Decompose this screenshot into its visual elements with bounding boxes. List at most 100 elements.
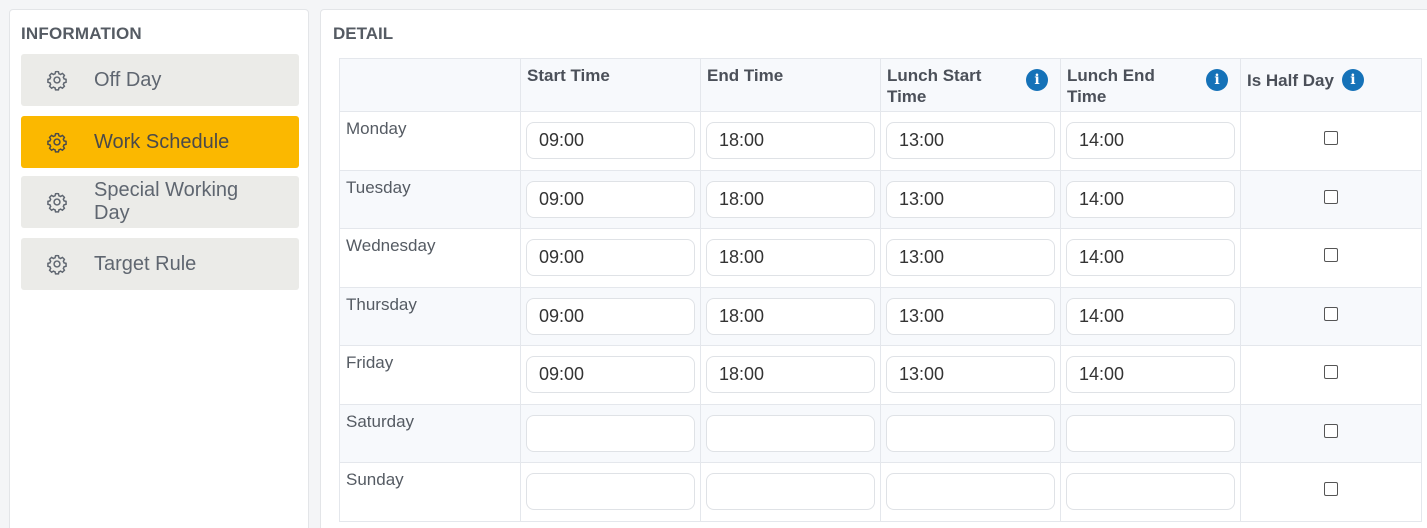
time-cell: 18:00 <box>700 345 881 405</box>
time-cell <box>880 403 1061 463</box>
lunch-end-time-input[interactable]: 14:00 <box>1066 122 1235 160</box>
day-label: Sunday <box>346 470 404 489</box>
time-cell: 14:00 <box>1060 228 1241 288</box>
header-day <box>339 58 521 112</box>
time-cell: 18:00 <box>700 111 881 171</box>
menu-item-work-schedule[interactable]: Work Schedule <box>21 116 299 168</box>
lunch-start-time-input[interactable]: 13:00 <box>886 297 1055 335</box>
day-label: Tuesday <box>346 177 411 197</box>
start-time-input[interactable]: 09:00 <box>526 122 695 160</box>
menu-label: Off Day <box>94 68 162 91</box>
menu-item-target-rule[interactable]: Target Rule <box>21 238 299 290</box>
lunch-end-time-input[interactable]: 14:00 <box>1066 239 1235 277</box>
header-start-time: Start Time <box>520 58 701 112</box>
time-cell: 13:00 <box>880 286 1061 346</box>
lunch-start-time-input[interactable]: 13:00 <box>886 356 1055 394</box>
time-cell: 13:00 <box>880 345 1061 405</box>
time-cell: 13:00 <box>880 169 1061 229</box>
menu-item-off-day[interactable]: Off Day <box>21 54 299 106</box>
end-time-input[interactable] <box>706 473 875 511</box>
gear-icon <box>46 252 70 276</box>
time-cell: 18:00 <box>700 228 881 288</box>
table-row: Tuesday 09:00 18:00 13:00 14:00 <box>339 169 1422 229</box>
day-cell: Wednesday <box>339 228 521 288</box>
start-time-input[interactable]: 09:00 <box>526 356 695 394</box>
menu-item-special-working-day[interactable]: Special Working Day <box>21 176 299 228</box>
time-cell <box>880 462 1061 522</box>
lunch-start-time-input[interactable]: 13:00 <box>886 122 1055 160</box>
time-cell: 14:00 <box>1060 286 1241 346</box>
half-day-cell <box>1240 403 1422 463</box>
half-day-cell <box>1240 286 1422 346</box>
time-cell <box>520 462 701 522</box>
information-panel: INFORMATION Off Day Work Schedule Specia… <box>9 9 309 528</box>
table-row: Sunday <box>339 462 1422 522</box>
half-day-checkbox[interactable] <box>1324 131 1338 146</box>
half-day-checkbox[interactable] <box>1324 189 1338 204</box>
table-row: Saturday <box>339 403 1422 463</box>
menu-label: Target Rule <box>94 252 197 275</box>
half-day-checkbox[interactable] <box>1324 306 1338 321</box>
gear-icon <box>46 190 70 214</box>
info-icon[interactable]: i <box>1026 69 1048 91</box>
header-end-time: End Time <box>700 58 881 112</box>
day-cell: Saturday <box>339 403 521 463</box>
start-time-input[interactable] <box>526 414 695 452</box>
lunch-start-time-input[interactable]: 13:00 <box>886 180 1055 218</box>
lunch-end-time-input[interactable]: 14:00 <box>1066 180 1235 218</box>
table-row: Friday 09:00 18:00 13:00 14:00 <box>339 345 1422 405</box>
table-row: Wednesday 09:00 18:00 13:00 14:00 <box>339 228 1422 288</box>
half-day-checkbox[interactable] <box>1324 482 1338 497</box>
header-label: Lunch Start Time <box>887 66 982 106</box>
start-time-input[interactable] <box>526 473 695 511</box>
half-day-checkbox[interactable] <box>1324 248 1338 263</box>
start-time-input[interactable]: 09:00 <box>526 297 695 335</box>
info-icon[interactable]: i <box>1341 69 1364 91</box>
day-label: Wednesday <box>346 236 436 255</box>
half-day-cell <box>1240 462 1422 522</box>
lunch-start-time-input[interactable] <box>886 473 1055 511</box>
menu-label: Special Working Day <box>94 179 239 224</box>
half-day-cell <box>1240 169 1422 229</box>
menu-label: Work Schedule <box>94 130 230 153</box>
day-cell: Monday <box>339 111 521 171</box>
time-cell: 18:00 <box>700 286 881 346</box>
end-time-input[interactable]: 18:00 <box>706 297 875 335</box>
start-time-input[interactable]: 09:00 <box>526 180 695 218</box>
start-time-input[interactable]: 09:00 <box>526 239 695 277</box>
detail-panel: DETAIL Start Time End Time Lunch Start T… <box>320 9 1427 528</box>
day-cell: Friday <box>339 345 521 405</box>
time-cell: 09:00 <box>520 286 701 346</box>
time-cell: 09:00 <box>520 228 701 288</box>
time-cell <box>1060 403 1241 463</box>
time-cell: 14:00 <box>1060 345 1241 405</box>
time-cell: 09:00 <box>520 111 701 171</box>
time-cell: 09:00 <box>520 169 701 229</box>
end-time-input[interactable] <box>706 414 875 452</box>
lunch-end-time-input[interactable]: 14:00 <box>1066 356 1235 394</box>
day-label: Friday <box>346 353 394 372</box>
half-day-checkbox[interactable] <box>1324 365 1338 380</box>
day-cell: Sunday <box>339 462 521 522</box>
time-cell: 13:00 <box>880 111 1061 171</box>
lunch-start-time-input[interactable] <box>886 414 1055 452</box>
half-day-cell <box>1240 345 1422 405</box>
time-cell: 14:00 <box>1060 111 1241 171</box>
info-icon[interactable]: i <box>1206 69 1228 91</box>
time-cell <box>1060 462 1241 522</box>
half-day-checkbox[interactable] <box>1324 423 1338 438</box>
end-time-input[interactable]: 18:00 <box>706 356 875 394</box>
time-cell: 09:00 <box>520 345 701 405</box>
lunch-end-time-input[interactable]: 14:00 <box>1066 297 1235 335</box>
end-time-input[interactable]: 18:00 <box>706 122 875 160</box>
lunch-start-time-input[interactable]: 13:00 <box>886 239 1055 277</box>
header-lunch-end-time: Lunch End Time i <box>1060 58 1241 112</box>
half-day-cell <box>1240 111 1422 171</box>
lunch-end-time-input[interactable] <box>1066 473 1235 511</box>
lunch-end-time-input[interactable] <box>1066 414 1235 452</box>
end-time-input[interactable]: 18:00 <box>706 239 875 277</box>
table-header-row: Start Time End Time Lunch Start Time i L… <box>339 58 1422 112</box>
end-time-input[interactable]: 18:00 <box>706 180 875 218</box>
day-cell: Tuesday <box>339 169 521 229</box>
day-label: Monday <box>346 119 407 138</box>
